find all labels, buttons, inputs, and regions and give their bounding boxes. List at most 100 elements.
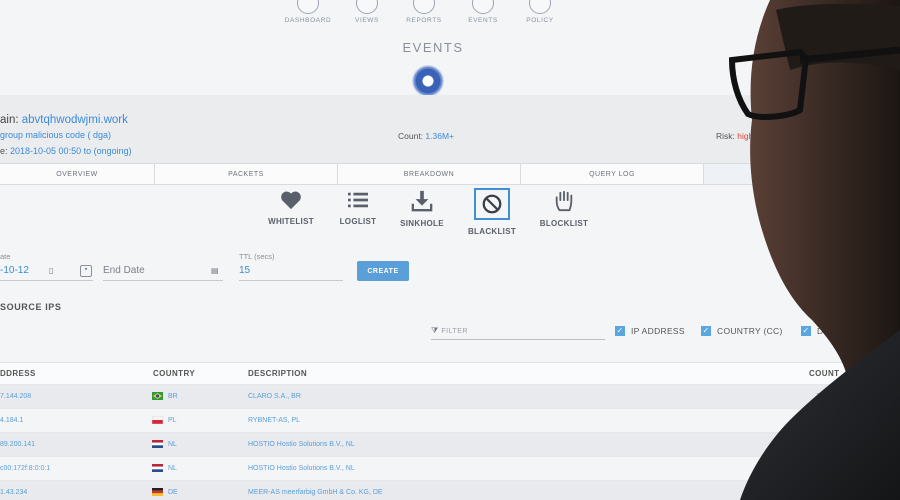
column-country[interactable]: COUNTRY <box>153 369 195 378</box>
sinkhole-button[interactable]: SINKHOLE <box>390 190 454 228</box>
dashboard-icon <box>297 0 319 14</box>
column-description[interactable]: DESCRIPTION <box>248 369 307 378</box>
count-stat: Count: 1.36M+ <box>398 131 454 141</box>
domain-name[interactable]: abvtqhwodwjmi.work <box>22 114 128 126</box>
flag-br-icon <box>152 392 163 400</box>
block-icon <box>482 194 502 214</box>
time-label: e: <box>0 146 11 156</box>
checkbox-country[interactable]: ✓ COUNTRY (CC) <box>701 326 783 336</box>
description[interactable]: HOSTIO Hostio Solutions B.V., NL <box>248 465 355 472</box>
nav-dashboard[interactable]: DASHBOARD <box>278 0 338 24</box>
count-label: Count: <box>398 131 426 141</box>
group-name[interactable]: group malicious code ( dga) <box>0 130 111 140</box>
checkbox-label: IP ADDRESS <box>631 326 685 336</box>
check-icon: ✓ <box>801 326 811 336</box>
risk-value: high <box>737 131 754 141</box>
time-line: e: 2018-10-05 00:50 to (ongoing) <box>0 146 132 156</box>
heart-icon <box>281 191 301 210</box>
tab-packets[interactable]: PACKETS <box>155 164 338 184</box>
nav-events[interactable]: EVENTS <box>453 0 513 24</box>
ip-address[interactable]: c00:172f:8:0:0:1 <box>0 465 50 472</box>
description[interactable]: MEER-AS meerfarbig GmbH & Co. KG, DE <box>248 489 383 496</box>
table-row[interactable]: 1.43.234 DE MEER-AS meerfarbig GmbH & Co… <box>0 480 900 500</box>
action-label: WHITELIST <box>268 217 314 226</box>
flag-nl-icon <box>152 440 163 448</box>
checkbox-label: COUNTRY (CC) <box>717 326 783 336</box>
flag-pl-icon <box>152 416 163 424</box>
ip-address[interactable]: 4.184.1 <box>0 417 23 424</box>
loading-spinner-icon <box>412 65 444 97</box>
ip-address[interactable]: 7.144.208 <box>0 393 31 400</box>
ttl-field[interactable]: 15 <box>239 265 343 281</box>
nav-label: DASHBOARD <box>284 17 332 24</box>
loglist-button[interactable]: LOGLIST <box>326 190 390 226</box>
checkbox-description[interactable]: ✓ DESCR <box>801 326 848 336</box>
country-code: PL <box>168 417 177 424</box>
nav-label: VIEWS <box>355 17 379 24</box>
section-title: SOURCE IPS <box>0 302 62 312</box>
nav-views[interactable]: VIEWS <box>337 0 397 24</box>
filter-icon: ⧩ <box>431 326 442 335</box>
clear-date-icon[interactable]: ▯ <box>49 266 53 275</box>
ip-address[interactable]: 1.43.234 <box>0 489 27 496</box>
description[interactable]: CLARO S.A., BR <box>248 393 301 400</box>
nav-label: EVENTS <box>468 17 498 24</box>
filter-placeholder: FILTER <box>441 328 468 335</box>
description[interactable]: HOSTIO Hostio Solutions B.V., NL <box>248 441 355 448</box>
flag-nl-icon <box>152 464 163 472</box>
table-header: DDRESS COUNTRY DESCRIPTION COUNT <box>0 362 900 384</box>
risk-label: Risk: <box>716 131 738 141</box>
blocklist-button[interactable]: BLOCKLIST <box>532 190 596 228</box>
tab-query-log[interactable]: QUERY LOG <box>521 164 704 184</box>
count: 7.0 <box>816 417 826 424</box>
risk-stat: Risk: high <box>716 131 753 141</box>
country-code: BR <box>168 393 178 400</box>
checkbox-label: DESCR <box>817 326 849 336</box>
count-value: 1.36M+ <box>425 131 454 141</box>
action-label: LOGLIST <box>339 217 377 226</box>
hand-icon <box>555 190 573 212</box>
table-row[interactable]: 7.144.208 BR CLARO S.A., BR 18.36k <box>0 384 900 408</box>
create-button[interactable]: CREATE <box>357 261 409 281</box>
whitelist-button[interactable]: WHITELIST <box>259 190 323 226</box>
tab-bar: OVERVIEW PACKETS BREAKDOWN QUERY LOG <box>0 163 900 185</box>
ip-address[interactable]: 89.200.141 <box>0 441 35 448</box>
tab-actions[interactable] <box>704 164 900 184</box>
blacklist-button[interactable]: BLACKLIST <box>460 188 524 236</box>
country-code: NL <box>168 465 177 472</box>
calendar-icon[interactable]: ▪ <box>80 265 92 277</box>
nav-reports[interactable]: REPORTS <box>394 0 454 24</box>
action-label: BLOCKLIST <box>539 219 589 228</box>
list-icon <box>348 192 368 208</box>
table-row[interactable]: 89.200.141 NL HOSTIO Hostio Solutions B.… <box>0 432 900 456</box>
checkbox-ip-address[interactable]: ✓ IP ADDRESS <box>615 326 685 336</box>
table-row[interactable]: 4.184.1 PL RYBNET-AS, PL 7.0 <box>0 408 900 432</box>
table-row[interactable]: c00:172f:8:0:0:1 NL HOSTIO Hostio Soluti… <box>0 456 900 480</box>
country-code: NL <box>168 441 177 448</box>
filter-input[interactable]: ⧩ FILTER <box>431 326 605 340</box>
nav-label: POLICY <box>526 17 554 24</box>
country-code: DE <box>168 489 178 496</box>
nav-policy[interactable]: POLICY <box>510 0 570 24</box>
calendar-icon[interactable]: ▤ <box>211 266 219 275</box>
events-icon <box>472 0 494 14</box>
description[interactable]: RYBNET-AS, PL <box>248 417 300 424</box>
reports-icon <box>413 0 435 14</box>
selected-frame <box>474 188 510 220</box>
action-label: SINKHOLE <box>400 219 444 228</box>
start-date-label: ate <box>0 252 11 261</box>
page-title: EVENTS <box>402 40 464 55</box>
domain-line: ain: abvtqhwodwjmi.work <box>0 114 128 126</box>
domain-info-panel <box>0 95 900 163</box>
nav-label: REPORTS <box>406 17 442 24</box>
ttl-label: TTL (secs) <box>239 252 275 261</box>
column-address[interactable]: DDRESS <box>0 369 36 378</box>
count: 18.36k <box>816 393 838 400</box>
action-label: BLACKLIST <box>467 227 517 236</box>
end-date-field[interactable]: End Date <box>103 265 223 281</box>
domain-label: ain: <box>0 114 22 126</box>
policy-icon <box>529 0 551 14</box>
column-count[interactable]: COUNT <box>809 369 839 378</box>
tab-overview[interactable]: OVERVIEW <box>0 164 155 184</box>
tab-breakdown[interactable]: BREAKDOWN <box>338 164 521 184</box>
